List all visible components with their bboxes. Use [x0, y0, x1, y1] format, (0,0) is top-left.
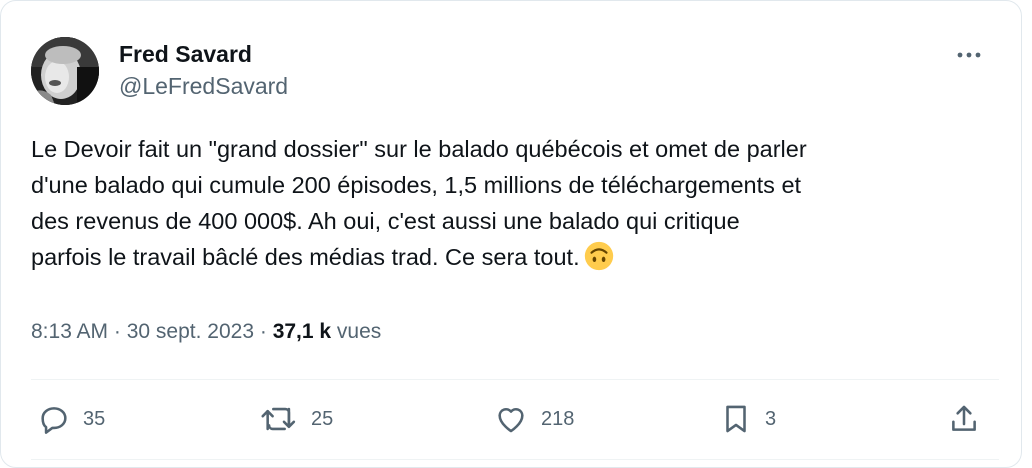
share-button[interactable]	[947, 397, 981, 441]
heart-icon	[498, 407, 524, 433]
divider-bottom	[31, 459, 999, 460]
like-button[interactable]: 218	[493, 397, 574, 441]
retweet-count: 25	[311, 407, 334, 430]
bookmark-button[interactable]: 3	[719, 397, 776, 441]
action-bar: 35 25 218 3	[31, 397, 991, 441]
author-names: Fred Savard @LeFredSavard	[119, 39, 288, 101]
reply-count: 35	[83, 407, 106, 430]
tweet-time[interactable]: 8:13 AM	[31, 320, 108, 343]
handle[interactable]: @LeFredSavard	[119, 71, 288, 101]
retweet-button[interactable]: 25	[259, 397, 333, 441]
views-label: vues	[331, 320, 382, 343]
meta-separator-2: ·	[254, 320, 273, 343]
tweet-header: Fred Savard @LeFredSavard	[31, 37, 999, 107]
display-name[interactable]: Fred Savard	[119, 39, 288, 69]
divider-top	[31, 379, 999, 380]
upside-down-face-icon	[584, 241, 613, 271]
tweet-meta: 8:13 AM · 30 sept. 2023 · 37,1 k vues	[31, 317, 381, 347]
more-dots-icon	[957, 52, 981, 58]
tweet-date[interactable]: 30 sept. 2023	[127, 320, 254, 343]
tweet-card: Fred Savard @LeFredSavard Le Devoir fait…	[0, 0, 1022, 468]
more-options-button[interactable]	[953, 43, 985, 67]
reply-icon	[41, 407, 67, 434]
bookmark-icon	[726, 405, 746, 433]
reply-button[interactable]: 35	[37, 397, 105, 441]
share-icon	[952, 405, 976, 431]
profile-photo-icon	[31, 37, 99, 105]
meta-separator: ·	[108, 320, 127, 343]
views-count: 37,1 k	[272, 320, 332, 343]
tweet-text: Le Devoir fait un "grand dossier" sur le…	[31, 131, 1001, 275]
retweet-icon	[261, 407, 296, 431]
like-count: 218	[541, 407, 575, 430]
tweet-body: Le Devoir fait un "grand dossier" sur le…	[31, 136, 807, 270]
bookmark-count: 3	[765, 407, 777, 430]
avatar[interactable]	[31, 37, 99, 105]
